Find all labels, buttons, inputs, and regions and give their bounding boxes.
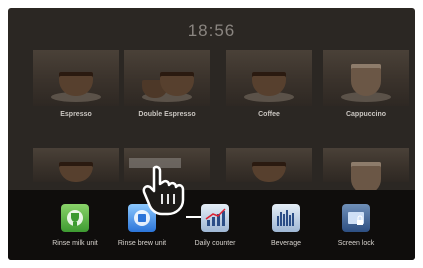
beverage-image — [33, 148, 119, 182]
daily-counter-icon — [201, 204, 229, 232]
double-espresso-image — [124, 50, 210, 106]
beverage-counter-button[interactable]: Beverage — [251, 204, 321, 247]
espresso-image — [33, 50, 119, 106]
beverage-tile-double-espresso[interactable]: Double Espresso — [124, 50, 210, 128]
screen-lock-button[interactable]: Screen lock — [321, 204, 391, 247]
coffee-image — [226, 50, 312, 106]
beverage-label: Espresso — [60, 111, 92, 118]
beverage-counter-label: Beverage — [271, 240, 301, 247]
screen-lock-label: Screen lock — [337, 240, 375, 247]
rinse-milk-unit-button[interactable]: Rinse milk unit — [40, 204, 110, 247]
beverage-tile-cappuccino[interactable]: Cappuccino — [323, 50, 409, 128]
selection-underline — [186, 216, 201, 218]
cappuccino-image — [323, 50, 409, 106]
beverage-image — [226, 148, 312, 182]
rinse-milk-icon — [61, 204, 89, 232]
rinse-brew-unit-label: Rinse brew unit — [117, 240, 167, 247]
tap-gesture-icon — [136, 164, 188, 221]
beverage-counter-icon — [272, 204, 300, 232]
quick-actions-tray: Rinse milk unit Rinse brew unit Daily co… — [8, 190, 415, 260]
coffee-machine-screen: 18:56 Espresso Double Espresso Coffee Ca… — [8, 8, 415, 260]
rinse-milk-unit-label: Rinse milk unit — [52, 240, 98, 247]
beverage-tile-espresso[interactable]: Espresso — [33, 50, 119, 128]
beverage-label: Coffee — [258, 111, 280, 118]
clock: 18:56 — [187, 21, 236, 40]
screen-lock-icon — [342, 204, 370, 232]
beverage-label: Double Espresso — [138, 111, 196, 118]
daily-counter-label: Daily counter — [194, 240, 236, 247]
daily-counter-button[interactable]: Daily counter — [180, 204, 250, 247]
beverage-label: Cappuccino — [345, 111, 387, 118]
beverage-tile-coffee[interactable]: Coffee — [226, 50, 312, 128]
beverage-image — [323, 148, 409, 194]
